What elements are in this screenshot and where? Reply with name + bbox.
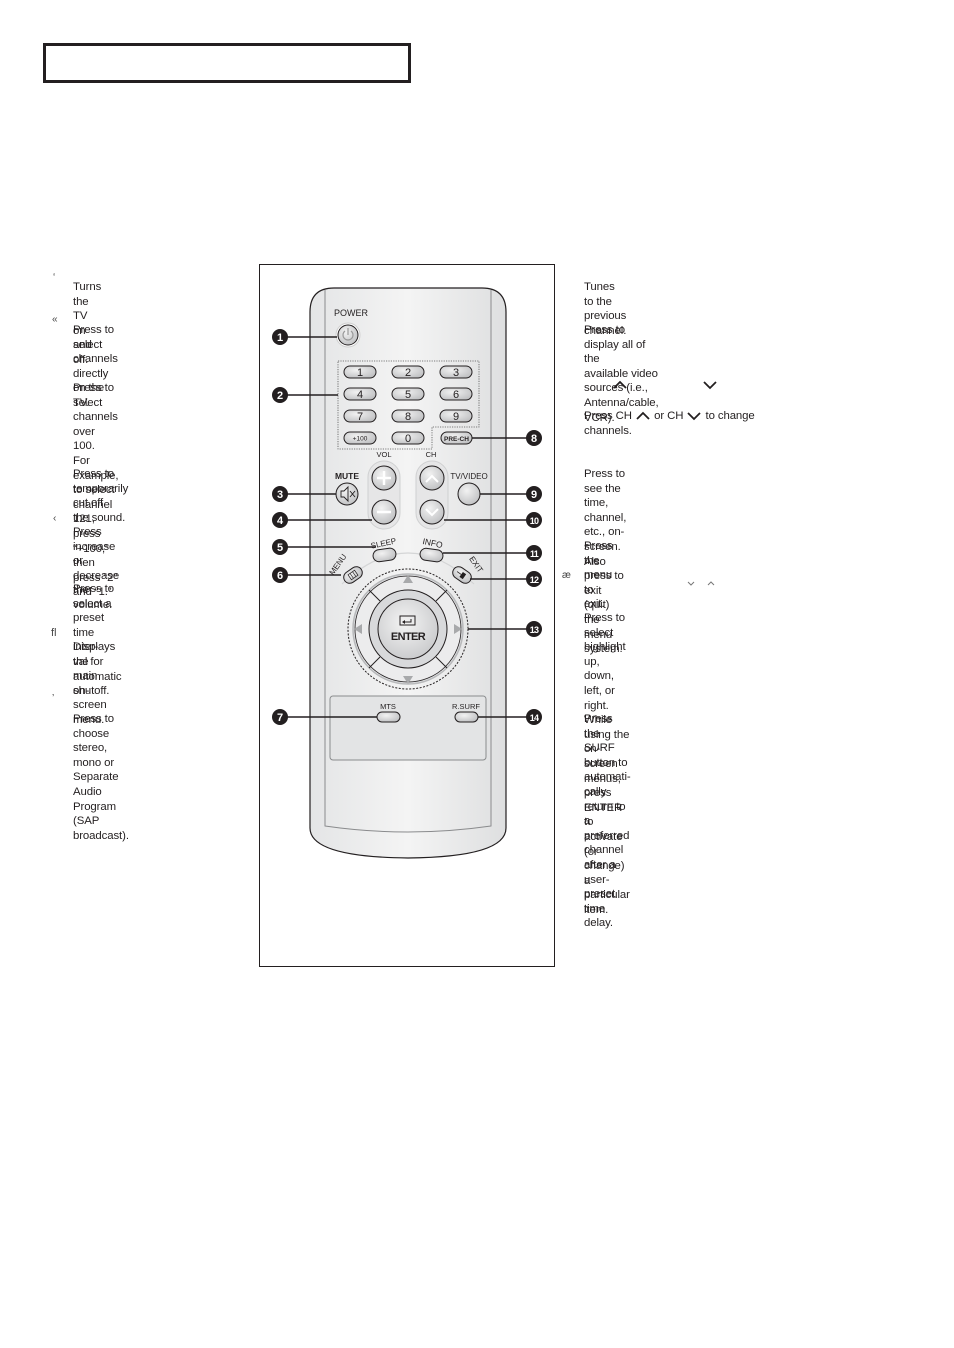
tvvideo-button[interactable]: [457, 482, 481, 506]
callout-number-label: 5: [277, 542, 283, 554]
number-key-label: 8: [405, 411, 411, 423]
channel-down-button[interactable]: [419, 499, 445, 525]
callout-number-label: 10: [530, 516, 539, 526]
power-label: POWER: [334, 308, 369, 318]
rsurf-button[interactable]: [454, 711, 479, 723]
number-key-label: 4: [357, 389, 363, 401]
number-key-label: 6: [453, 389, 459, 401]
channel-up-button[interactable]: [419, 465, 445, 491]
number-key-label: 0: [405, 433, 411, 445]
callout-number-label: 9: [531, 489, 537, 501]
callout-number-label: 13: [530, 625, 539, 635]
callout-number-label: 3: [277, 489, 283, 501]
number-key-label: 9: [453, 411, 459, 423]
number-key-label: +100: [353, 436, 368, 443]
rsurf-label: R.SURF: [452, 702, 480, 711]
enter-label: ENTER: [391, 631, 426, 643]
callout-number-label: 11: [530, 549, 539, 559]
mts-button[interactable]: [376, 711, 401, 723]
number-key-label: 7: [357, 411, 363, 423]
callout-number-label: 1: [277, 332, 283, 344]
prech-label: PRE-CH: [444, 436, 469, 443]
callout-number-label: 6: [277, 570, 283, 582]
number-key-label: 5: [405, 389, 411, 401]
number-key-label: 3: [453, 367, 459, 379]
number-key-label: 1: [357, 367, 363, 379]
mute-label: MUTE: [335, 471, 359, 481]
ch-label: CH: [426, 450, 437, 459]
number-key-label: 2: [405, 367, 411, 379]
vol-label: VOL: [376, 450, 391, 459]
remote-control-illustration: POWER 1 2 34 5 67 8 9+100 0 PRE-CH VOL CH MUTE …: [272, 287, 542, 859]
mts-label: MTS: [380, 702, 396, 711]
callout-number-label: 7: [277, 712, 283, 724]
callout-number-label: 4: [277, 515, 284, 527]
mute-button[interactable]: [335, 482, 359, 506]
callout-number-label: 2: [277, 390, 283, 402]
callout-number-label: 12: [530, 575, 539, 585]
tvvideo-label: TV/VIDEO: [450, 472, 487, 481]
enter-button[interactable]: [377, 598, 439, 660]
callout-number-label: 14: [530, 713, 539, 723]
callout-number-label: 8: [531, 433, 537, 445]
